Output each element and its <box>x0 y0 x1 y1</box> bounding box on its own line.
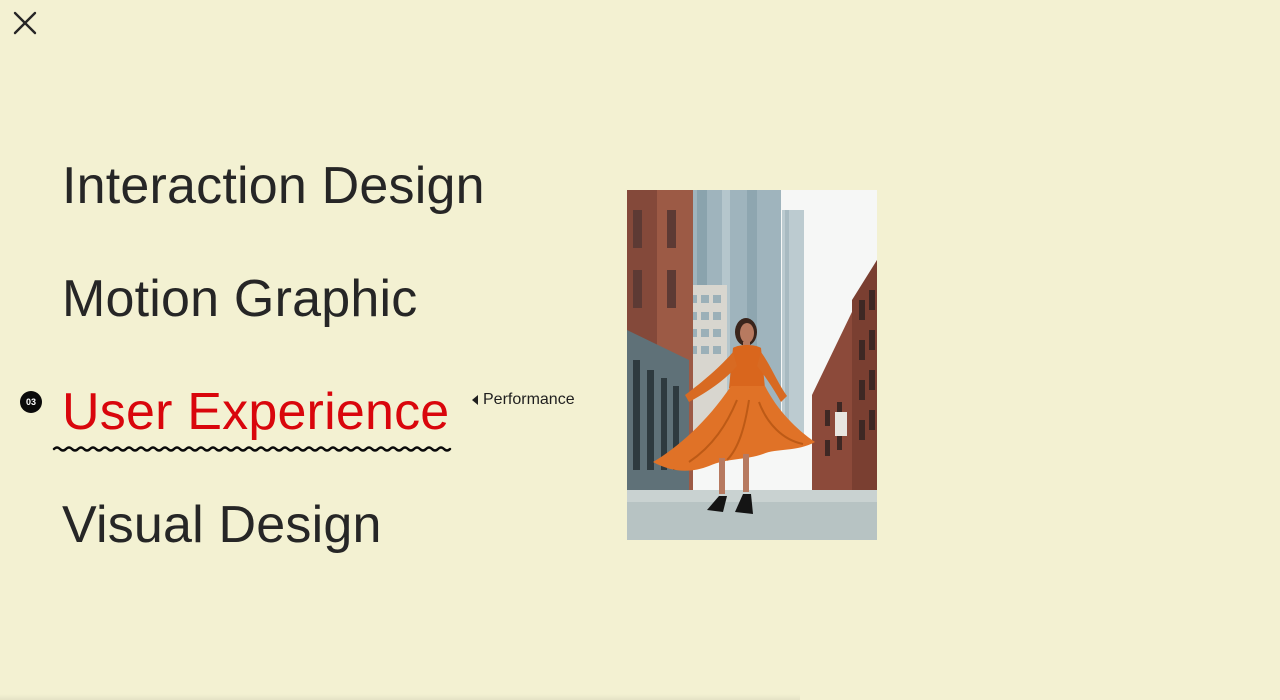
active-underline-squiggle <box>52 443 458 455</box>
menu-item-motion-graphic[interactable]: Motion Graphic <box>62 269 417 329</box>
menu-item-interaction-design[interactable]: Interaction Design <box>62 156 485 216</box>
submenu-label: Performance <box>483 391 575 408</box>
menu-item-visual-design[interactable]: Visual Design <box>62 495 382 555</box>
submenu-link-performance[interactable]: Performance <box>472 390 575 410</box>
photo-woman-orange-dress-city-street <box>627 190 877 540</box>
bottom-scroll-edge <box>0 694 800 700</box>
caret-left-icon <box>472 395 478 405</box>
main-menu: Interaction Design Motion Graphic 03 Use… <box>0 0 620 700</box>
preview-image <box>627 190 877 540</box>
active-index-badge: 03 <box>20 391 42 413</box>
menu-item-user-experience[interactable]: User Experience <box>62 382 449 442</box>
